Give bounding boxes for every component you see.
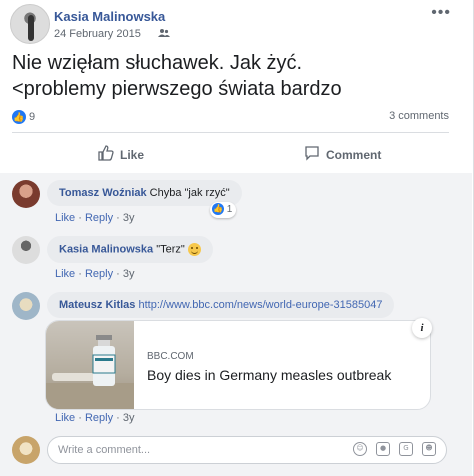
camera-icon[interactable]: ● [376,442,390,456]
link-domain: BBC.COM [147,351,194,362]
composer-tools: ☺ ● G ☻ [353,442,436,456]
comment-like-link[interactable]: Like [55,212,75,224]
comment-bubble-icon [304,145,320,165]
comment-time[interactable]: 3y [123,268,135,280]
comment-input[interactable]: Write a comment... ☺ ● G ☻ [47,436,447,464]
comment-text: Chyba "jak rzyć" [149,187,230,199]
author-avatar[interactable] [10,4,50,44]
comment-count[interactable]: 3 comments [389,110,449,122]
action-bar: Like Comment [12,142,449,168]
comment-reaction[interactable]: 👍 1 [210,202,237,218]
divider [12,132,449,133]
commenter-name[interactable]: Kasia Malinowska [59,243,153,255]
comment-actions: Like · Reply · 3y [55,412,135,424]
like-reaction-icon[interactable]: 👍 [12,110,26,124]
post-date[interactable]: 24 February 2015 [54,28,141,40]
reaction-count: 1 [226,204,233,215]
smile-emoji-icon [187,243,201,256]
comment-item: Kasia Malinowska "Terz" Like · Reply · 3… [12,236,463,286]
comment-reply-link[interactable]: Reply [85,268,113,280]
link-preview-card[interactable]: BBC.COM Boy dies in Germany measles outb… [45,320,431,410]
emoji-icon[interactable]: ☺ [353,442,367,456]
like-reaction-icon: 👍 [212,203,224,216]
commenter-avatar[interactable] [12,292,40,320]
sticker-icon[interactable]: ☻ [422,442,436,456]
post-text-line-1: Nie wzięłam słuchawek. Jak żyć. [12,52,303,74]
post-text: Nie wzięłam słuchawek. Jak żyć. <problem… [12,50,452,102]
comment-bubble: Kasia Malinowska "Terz" [47,236,213,263]
comment-bubble: Tomasz Woźniak Chyba "jak rzyć" [47,180,242,206]
comment-like-link[interactable]: Like [55,412,75,424]
like-count[interactable]: 9 [29,111,35,123]
info-icon[interactable]: i [412,318,432,338]
link-preview-image [46,321,134,409]
comment-item: Tomasz Woźniak Chyba "jak rzyć" 👍 1 Like… [12,180,463,230]
comment-reply-link[interactable]: Reply [85,412,113,424]
comment-label: Comment [326,148,382,162]
commenter-name[interactable]: Mateusz Kitlas [59,299,135,311]
comment-time[interactable]: 3y [123,212,135,224]
more-options-icon[interactable]: ••• [431,4,451,22]
comment-reply-link[interactable]: Reply [85,212,113,224]
comment-input-placeholder: Write a comment... [58,444,151,456]
comment-text: "Terz" [156,243,185,256]
comment-button[interactable]: Comment [304,142,381,168]
comment-time[interactable]: 3y [123,412,135,424]
post-header: Kasia Malinowska 24 February 2015 ••• [10,4,463,44]
commenter-avatar[interactable] [12,180,40,208]
post-card: Kasia Malinowska 24 February 2015 ••• Ni… [0,0,474,476]
like-button[interactable]: Like [98,142,144,168]
post-text-line-2: <problemy pierwszego świata bardzo [12,78,342,100]
comment-bubble: Mateusz Kitlas http://www.bbc.com/news/w… [47,292,395,318]
friends-icon[interactable] [158,28,170,41]
comment-link-url[interactable]: http://www.bbc.com/news/world-europe-315… [138,299,382,311]
commenter-name[interactable]: Tomasz Woźniak [59,187,147,199]
comment-actions: Like · Reply · 3y [55,268,135,280]
engagement-counts: 👍 9 3 comments [12,110,449,126]
author-name[interactable]: Kasia Malinowska [54,9,165,24]
comment-actions: Like · Reply · 3y [55,212,135,224]
thumbs-up-icon [98,145,114,165]
commenter-avatar[interactable] [12,236,40,264]
current-user-avatar[interactable] [12,436,40,464]
like-label: Like [120,148,145,162]
comment-like-link[interactable]: Like [55,268,75,280]
gif-icon[interactable]: G [399,442,413,456]
link-title[interactable]: Boy dies in Germany measles outbreak [147,367,391,383]
